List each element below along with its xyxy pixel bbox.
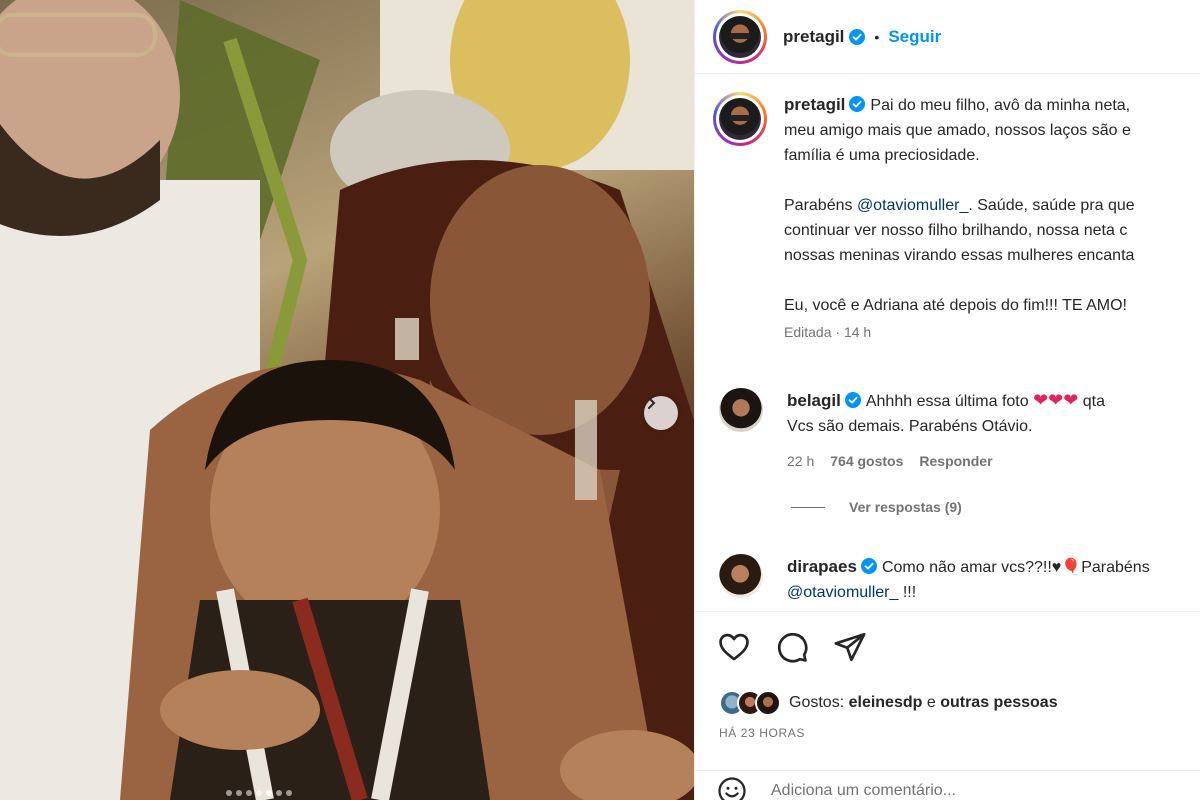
view-replies-label: Ver respostas (9) xyxy=(849,499,962,515)
likes-prefix: Gostos: xyxy=(789,694,845,711)
caption-time[interactable]: 14 h xyxy=(844,324,871,340)
caption-line: continuar ver nosso filho brilhando, nos… xyxy=(784,222,1128,239)
comment-icon[interactable] xyxy=(775,630,809,664)
comment-username[interactable]: dirapaes xyxy=(787,557,857,576)
author-avatar[interactable] xyxy=(713,9,767,64)
comment-time[interactable]: 22 h xyxy=(787,449,814,474)
caption-line: nossas meninas virando essas mulheres en… xyxy=(784,247,1135,264)
follow-button[interactable]: Seguir xyxy=(888,27,941,47)
mention-link[interactable]: @otaviomuller_ xyxy=(787,584,898,601)
likers-avatars xyxy=(719,690,781,716)
caption-author-avatar[interactable] xyxy=(713,92,767,146)
chevron-right-icon xyxy=(648,397,656,409)
verified-badge-icon xyxy=(860,558,877,574)
caption-line: família é uma preciosidade. xyxy=(784,147,980,164)
carousel-next-button[interactable] xyxy=(644,396,678,430)
comment-meta: 22 h 764 gostos Responder xyxy=(787,449,1105,474)
comment-input[interactable] xyxy=(771,781,1151,800)
post-header: pretagil • Seguir xyxy=(695,0,1200,74)
carousel-dot-active xyxy=(266,790,272,796)
comment-avatar[interactable] xyxy=(719,388,763,432)
comment-text: Como não amar vcs??!!♥🎈Parabéns xyxy=(881,559,1150,576)
likes-summary[interactable]: Gostos: eleinesdp e outras pessoas xyxy=(719,690,1058,716)
comment-text: qta xyxy=(1078,393,1106,410)
separator-dot: • xyxy=(874,28,880,45)
caption-line: Eu, você e Adriana até depois do fim!!! … xyxy=(784,297,1127,314)
caption-line: Pai do meu filho, avô da minha neta, xyxy=(870,97,1131,114)
liker-username[interactable]: eleinesdp xyxy=(849,694,923,712)
caption-meta: Editada · 14 h xyxy=(784,324,872,340)
carousel-dot xyxy=(226,790,232,796)
verified-badge-icon xyxy=(849,96,866,112)
post-time[interactable]: HÁ 23 HORAS xyxy=(719,726,805,740)
caption-body: pretagil Pai do meu filho, avô da minha n… xyxy=(784,92,1135,342)
edited-label: Editada xyxy=(784,324,832,340)
heart-emojis: ❤❤❤ xyxy=(1033,390,1079,410)
caption-username[interactable]: pretagil xyxy=(784,95,845,114)
carousel-dot xyxy=(286,790,292,796)
carousel-dot xyxy=(256,790,262,796)
add-comment-bar xyxy=(695,770,1200,800)
other-likers-link[interactable]: outras pessoas xyxy=(940,694,1057,712)
comment-likes[interactable]: 764 gostos xyxy=(830,449,903,474)
comment-body: belagil Ahhhh essa última foto ❤❤❤ qta Vc… xyxy=(787,388,1105,474)
heart-icon[interactable] xyxy=(717,630,751,664)
comment: belagil Ahhhh essa última foto ❤❤❤ qta Vc… xyxy=(719,388,1200,474)
caption-text: Parabéns xyxy=(784,197,857,214)
caption-text: . Saúde, saúde pra que xyxy=(968,197,1135,214)
comment-avatar[interactable] xyxy=(719,554,763,598)
comment: dirapaes Como não amar vcs??!!♥🎈Parabéns … xyxy=(719,554,1200,605)
caption-line: meu amigo mais que amado, nossos laços s… xyxy=(784,122,1131,139)
comment-username[interactable]: belagil xyxy=(787,391,841,410)
carousel-dot xyxy=(236,790,242,796)
comment-text: !!! xyxy=(898,584,917,601)
comment-body: dirapaes Como não amar vcs??!!♥🎈Parabéns … xyxy=(787,554,1150,605)
likes-middle: e xyxy=(922,694,941,711)
verified-badge-icon xyxy=(849,28,866,45)
carousel-dot xyxy=(246,790,252,796)
carousel-indicator xyxy=(226,790,292,796)
carousel-dot xyxy=(276,790,282,796)
section-divider xyxy=(695,611,1200,612)
mention-link[interactable]: @otaviomuller_ xyxy=(857,197,968,214)
post-caption: pretagil Pai do meu filho, avô da minha n… xyxy=(713,92,1200,342)
photo-illustration xyxy=(0,0,694,800)
reply-button[interactable]: Responder xyxy=(919,449,992,474)
share-icon[interactable] xyxy=(833,630,867,664)
post-actions xyxy=(717,630,867,664)
emoji-icon[interactable] xyxy=(717,776,747,800)
view-replies-button[interactable]: Ver respostas (9) xyxy=(791,499,962,515)
comment-text: Ahhhh essa última foto xyxy=(865,393,1034,410)
comment-text: Vcs são demais. Parabéns Otávio. xyxy=(787,418,1033,435)
post-photo[interactable] xyxy=(0,0,694,800)
author-username[interactable]: pretagil xyxy=(783,27,844,47)
verified-badge-icon xyxy=(844,392,861,408)
post-details-pane: pretagil • Seguir pretagil Pai do meu fil… xyxy=(694,0,1200,800)
